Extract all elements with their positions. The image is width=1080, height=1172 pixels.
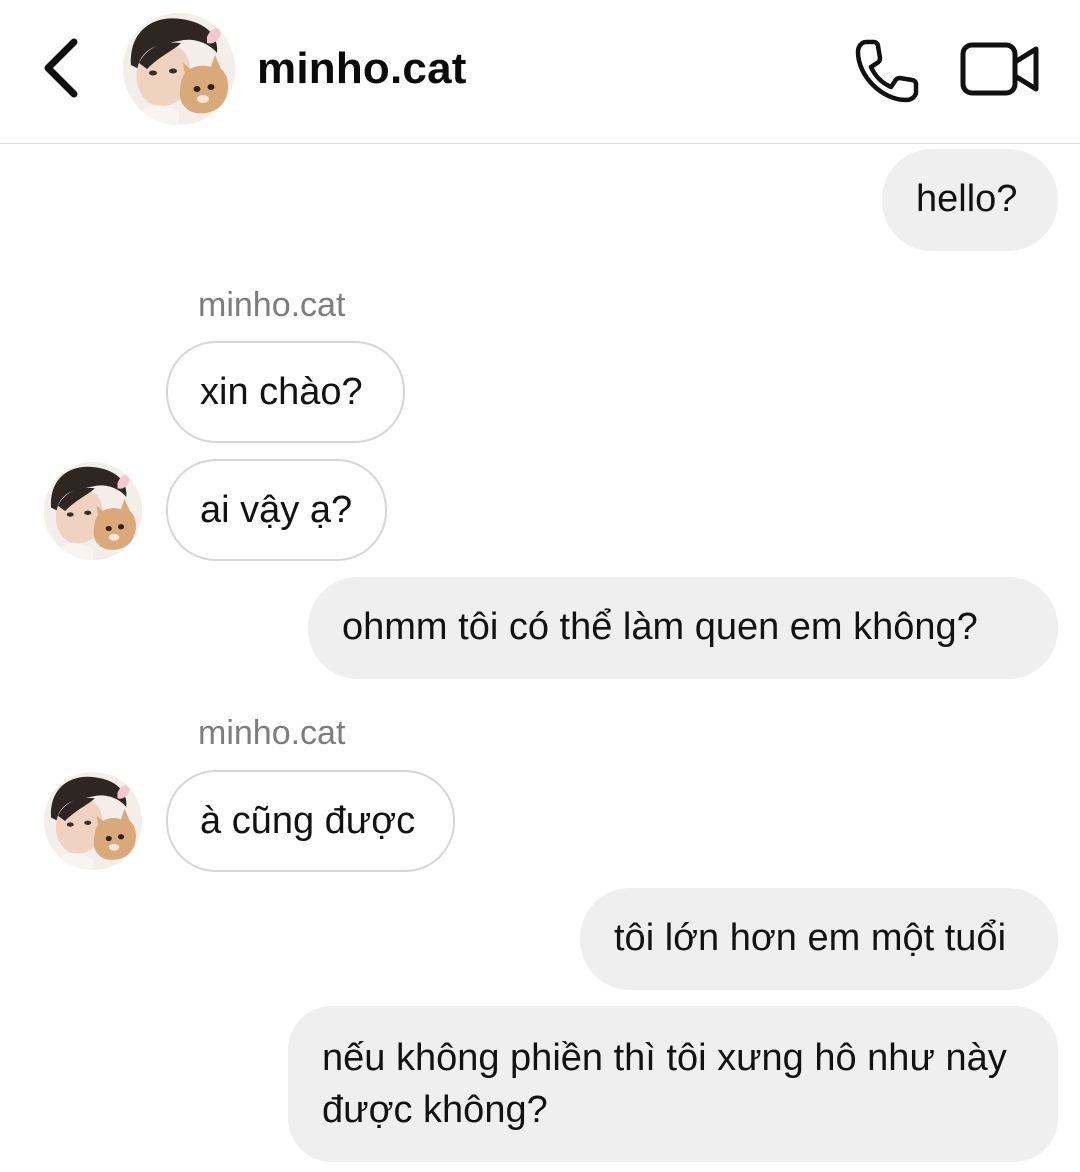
call-button[interactable]	[852, 36, 924, 106]
profile-photo	[44, 462, 142, 560]
message-bubble-incoming[interactable]: ai vậy ạ?	[166, 459, 387, 561]
video-camera-icon	[960, 42, 1039, 96]
message-bubble-incoming[interactable]: xin chào?	[166, 341, 405, 443]
message-text: à cũng được	[200, 800, 416, 842]
phone-icon	[855, 39, 919, 103]
message-text: tôi lớn hơn em một tuổi	[614, 917, 1007, 959]
avatar[interactable]	[123, 13, 235, 125]
message-bubble-outgoing[interactable]: tôi lớn hơn em một tuổi	[580, 888, 1058, 990]
message-bubble-incoming[interactable]: à cũng được	[166, 770, 455, 872]
message-bubble-outgoing[interactable]: nếu không phiền thì tôi xưng hô như này …	[288, 1006, 1058, 1162]
sender-avatar[interactable]	[44, 462, 142, 560]
profile-photo	[123, 13, 235, 125]
profile-photo	[44, 772, 142, 870]
message-text: ai vậy ạ?	[200, 489, 353, 531]
message-text: ohmm tôi có thể làm quen em không?	[342, 606, 978, 648]
sender-name: minho.cat	[198, 286, 346, 324]
sender-avatar[interactable]	[44, 772, 142, 870]
back-button[interactable]	[34, 30, 94, 106]
video-call-button[interactable]	[958, 40, 1042, 98]
message-text: xin chào?	[200, 371, 363, 413]
chat-header: minho.cat	[0, 0, 1080, 144]
message-text: hello?	[916, 178, 1018, 220]
sender-name: minho.cat	[198, 714, 346, 752]
message-bubble-outgoing[interactable]: hello?	[882, 149, 1058, 251]
message-bubble-outgoing[interactable]: ohmm tôi có thể làm quen em không?	[308, 577, 1058, 679]
message-text: nếu không phiền thì tôi xưng hô như này …	[322, 1037, 1007, 1131]
chevron-left-icon	[44, 38, 78, 98]
chat-username[interactable]: minho.cat	[257, 44, 467, 94]
